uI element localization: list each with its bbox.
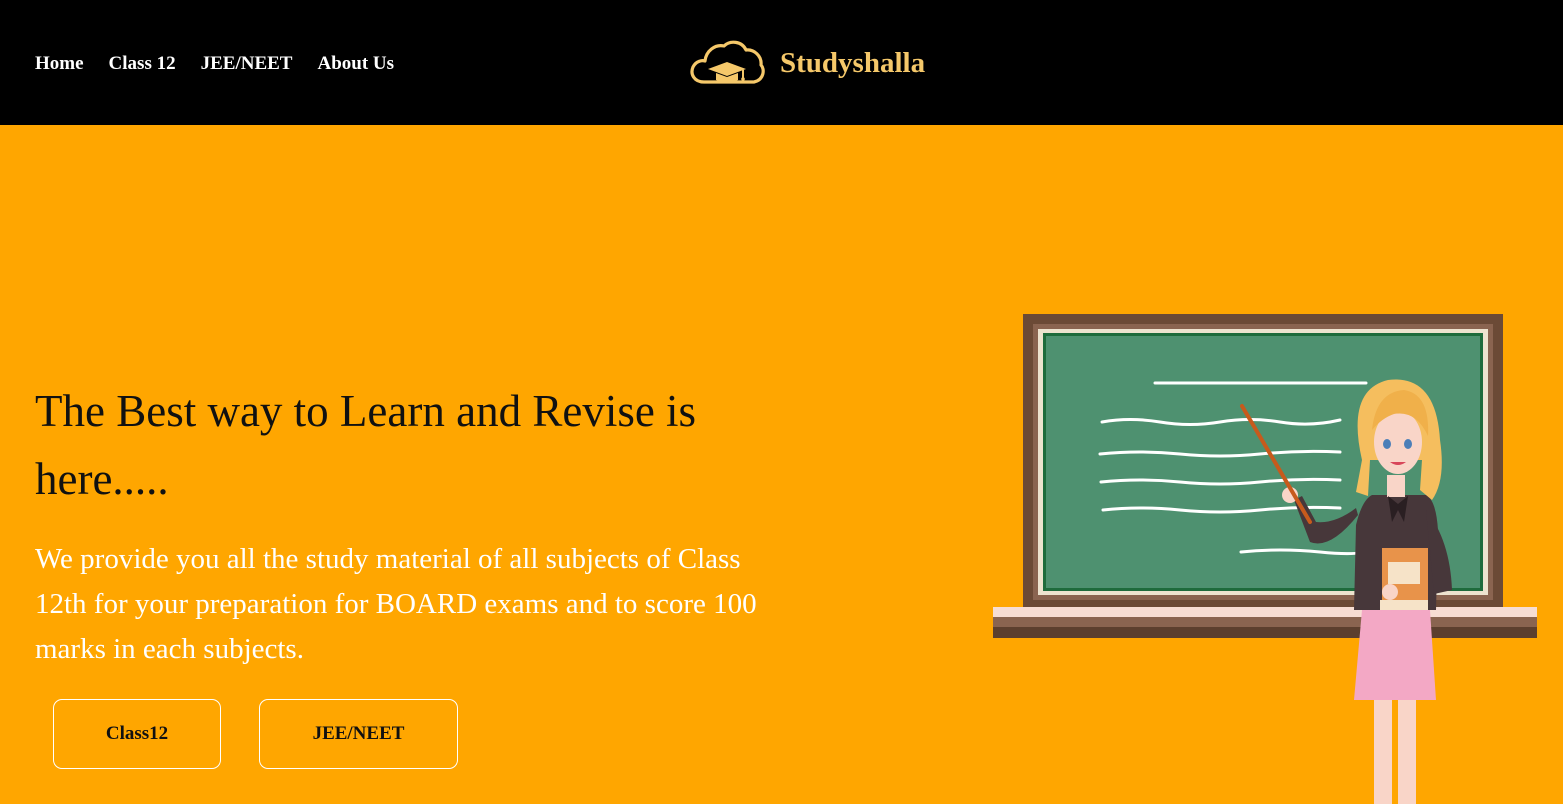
nav-link-jee-neet[interactable]: JEE/NEET	[201, 52, 293, 76]
teacher-at-chalkboard-illustration	[993, 314, 1537, 804]
brand[interactable]: Studyshalla	[688, 36, 925, 90]
hero-section: The Best way to Learn and Revise is here…	[0, 125, 1563, 804]
nav-links: Home Class 12 JEE/NEET About Us	[35, 52, 419, 76]
nav-link-about-us[interactable]: About Us	[317, 52, 394, 76]
nav-link-class-12[interactable]: Class 12	[109, 52, 176, 76]
brand-name: Studyshalla	[780, 47, 926, 79]
class12-button[interactable]: Class12	[53, 699, 221, 769]
jee-neet-button[interactable]: JEE/NEET	[259, 699, 458, 769]
hero-description: We provide you all the study material of…	[35, 543, 757, 665]
cloud-graduation-cap-icon	[690, 40, 765, 84]
hero-title: The Best way to Learn and Revise is here…	[35, 386, 697, 504]
nav-link-home[interactable]: Home	[35, 52, 84, 76]
navbar: Home Class 12 JEE/NEET About Us Studysha…	[0, 0, 1563, 125]
